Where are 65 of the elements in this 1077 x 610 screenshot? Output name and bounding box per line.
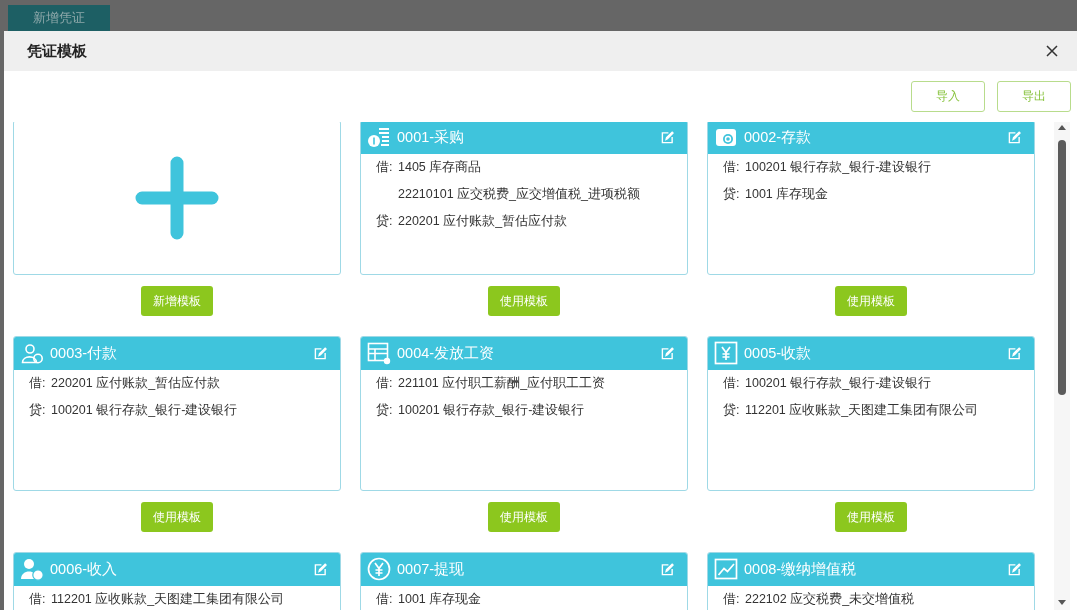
account-text: 112201 应收账款_天图建工集团有限公司 xyxy=(745,402,979,419)
use-template-button[interactable]: 使用模板 xyxy=(835,502,907,532)
account-text: 1001 库存现金 xyxy=(398,591,482,608)
edit-icon[interactable] xyxy=(1008,130,1021,144)
entry-side-label: 借: xyxy=(723,591,741,608)
edit-icon[interactable] xyxy=(661,346,674,360)
card-title: 0001-采购 xyxy=(397,127,465,147)
scroll-down-icon[interactable] xyxy=(1058,600,1066,605)
account-text: 221101 应付职工薪酬_应付职工工资 xyxy=(398,375,606,392)
person-coin-icon xyxy=(20,557,44,581)
card-title: 0007-提现 xyxy=(397,559,465,579)
account-text: 220201 应付账款_暂估应付款 xyxy=(51,375,221,392)
account-text: 100201 银行存款_银行-建设银行 xyxy=(745,375,932,392)
entry-side-label: 借: xyxy=(723,159,741,176)
yen-circle-icon xyxy=(367,557,391,581)
account-text: 220201 应付账款_暂估应付款 xyxy=(398,213,568,230)
entry-side-label: 贷: xyxy=(376,402,394,419)
entry-side-label: 借: xyxy=(723,375,741,392)
line-chart-icon xyxy=(714,557,738,581)
account-text: 1001 库存现金 xyxy=(745,186,829,203)
edit-icon[interactable] xyxy=(661,562,674,576)
account-text: 100201 银行存款_银行-建设银行 xyxy=(398,402,585,419)
entry-side-label: 贷: xyxy=(29,402,47,419)
use-template-button[interactable]: 使用模板 xyxy=(835,286,907,316)
dialog-title: 凭证模板 xyxy=(27,41,87,61)
scroll-up-icon[interactable] xyxy=(1058,125,1066,130)
entry-side-label: 借: xyxy=(376,375,394,392)
entry-side-label: 借: xyxy=(29,375,47,392)
account-text: 100201 银行存款_银行-建设银行 xyxy=(51,402,238,419)
close-icon[interactable] xyxy=(1046,45,1058,57)
account-text: 112201 应收账款_天图建工集团有限公司 xyxy=(51,591,285,608)
edit-icon[interactable] xyxy=(314,346,327,360)
import-button[interactable]: 导入 xyxy=(911,81,985,112)
spreadsheet-icon xyxy=(367,341,391,365)
background-button[interactable]: 新增凭证 xyxy=(8,5,110,31)
card-title: 0008-缴纳增值税 xyxy=(744,559,857,579)
coin-list-icon xyxy=(367,125,391,149)
entry-side-label: 贷: xyxy=(376,213,394,230)
card-title: 0004-发放工资 xyxy=(397,343,495,363)
entry-side-label: 借: xyxy=(376,591,394,608)
edit-icon[interactable] xyxy=(314,562,327,576)
export-button[interactable]: 导出 xyxy=(997,81,1071,112)
plus-icon[interactable] xyxy=(135,155,219,240)
account-text: 22210101 应交税费_应交增值税_进项税额 xyxy=(398,186,640,203)
person-badge-icon xyxy=(20,341,44,365)
use-template-button[interactable]: 使用模板 xyxy=(141,502,213,532)
entry-side-label: 借: xyxy=(29,591,47,608)
edit-icon[interactable] xyxy=(1008,346,1021,360)
card-title: 0005-收款 xyxy=(744,343,812,363)
yen-frame-icon xyxy=(714,341,738,365)
account-text: 1405 库存商品 xyxy=(398,159,482,176)
card-title: 0003-付款 xyxy=(50,343,118,363)
entry-side-label: 借: xyxy=(376,159,394,176)
edit-icon[interactable] xyxy=(1008,562,1021,576)
scrollbar-thumb[interactable] xyxy=(1058,140,1066,395)
edit-icon[interactable] xyxy=(661,130,674,144)
new-template-button[interactable]: 新增模板 xyxy=(141,286,213,316)
use-template-button[interactable]: 使用模板 xyxy=(488,286,560,316)
entry-side-label: 贷: xyxy=(723,402,741,419)
account-text: 100201 银行存款_银行-建设银行 xyxy=(745,159,932,176)
card-title: 0002-存款 xyxy=(744,127,812,147)
account-text: 222102 应交税费_未交增值税 xyxy=(745,591,915,608)
entry-side-label: 贷: xyxy=(723,186,741,203)
use-template-button[interactable]: 使用模板 xyxy=(488,502,560,532)
card-title: 0006-收入 xyxy=(50,559,118,579)
